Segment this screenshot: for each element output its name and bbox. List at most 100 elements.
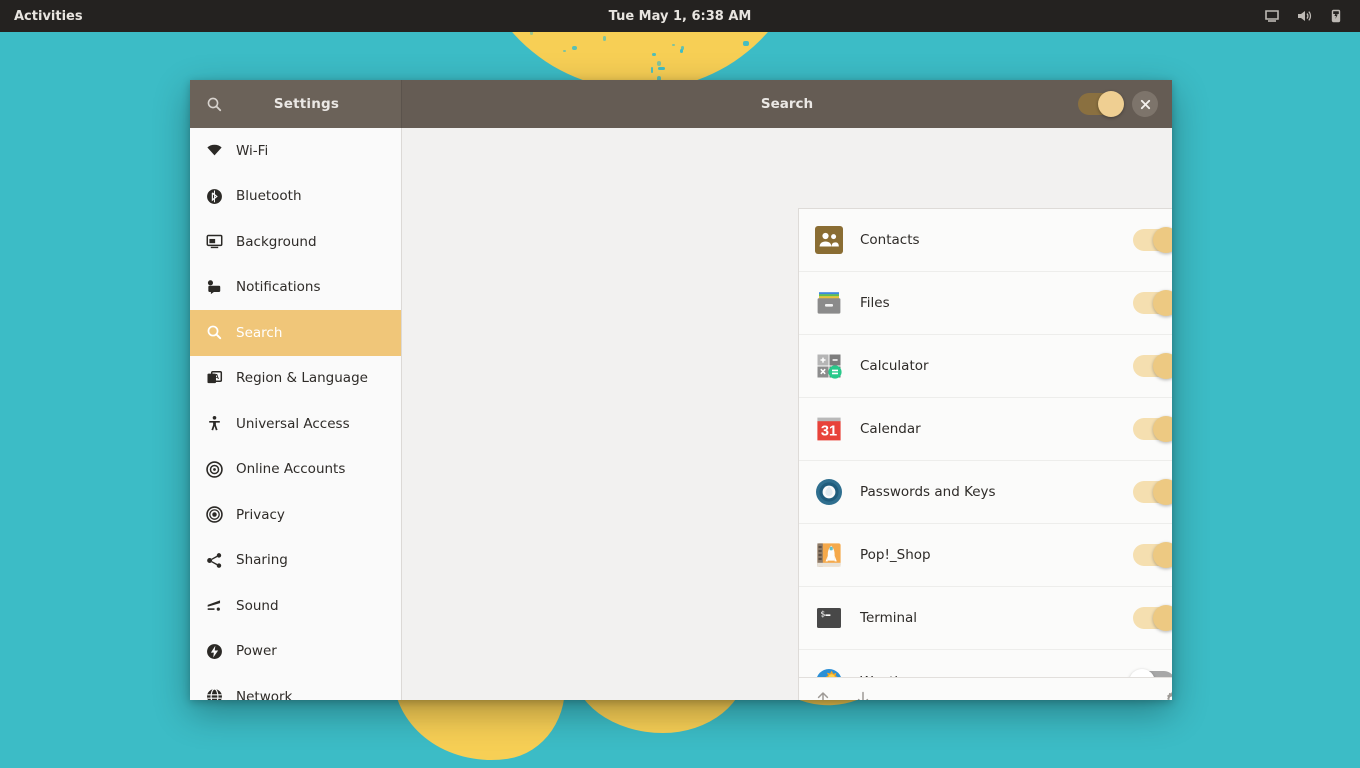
display-icon[interactable] xyxy=(1264,8,1280,24)
search-provider-row[interactable]: Contacts xyxy=(799,209,1172,272)
sidebar-item-network[interactable]: Network xyxy=(190,674,401,700)
terminal-icon: $ xyxy=(815,604,843,632)
sidebar-item-online-accounts[interactable]: Online Accounts xyxy=(190,447,401,493)
search-provider-toggle[interactable] xyxy=(1133,418,1172,440)
settings-window: Settings Search Wi-Fi Bluetooth Background… xyxy=(190,80,1172,700)
popshop-icon xyxy=(815,541,843,569)
gear-icon[interactable] xyxy=(1163,690,1172,701)
search-master-switch[interactable] xyxy=(1078,93,1120,115)
search-provider-label: Pop!_Shop xyxy=(860,547,1133,563)
sidebar-item-sharing[interactable]: Sharing xyxy=(190,538,401,584)
switch-knob xyxy=(1153,605,1172,631)
contacts-icon xyxy=(815,226,843,254)
sidebar-item-wi-fi[interactable]: Wi-Fi xyxy=(190,128,401,174)
sidebar-item-label: Wi-Fi xyxy=(236,143,268,159)
sidebar-item-power[interactable]: Power xyxy=(190,629,401,675)
search-provider-label: Files xyxy=(860,295,1133,311)
search-providers-list[interactable]: Contacts Files Calculator 31 Calendar Passwor… xyxy=(799,209,1172,677)
search-provider-label: Contacts xyxy=(860,232,1133,248)
contacts-icon-art xyxy=(815,226,843,254)
battery-icon[interactable] xyxy=(1328,8,1344,24)
search-provider-row[interactable]: $ Terminal xyxy=(799,587,1172,650)
system-tray xyxy=(1264,8,1360,24)
volume-icon[interactable] xyxy=(1296,8,1312,24)
system-top-bar: Activities Tue May 1, 6:38 AM xyxy=(0,0,1360,32)
search-icon xyxy=(204,324,224,341)
search-provider-toggle[interactable] xyxy=(1133,607,1172,629)
switch-knob xyxy=(1153,227,1172,253)
sidebar-item-label: Notifications xyxy=(236,279,321,295)
power-icon xyxy=(204,643,224,660)
sidebar-item-search[interactable]: Search xyxy=(190,310,401,356)
wallpaper-speck xyxy=(680,49,683,53)
passwords-icon-art xyxy=(815,478,843,506)
switch-knob xyxy=(1153,353,1172,379)
switch-knob xyxy=(1098,91,1124,117)
search-icon[interactable] xyxy=(190,96,238,113)
search-provider-row[interactable]: 31 Calendar xyxy=(799,398,1172,461)
sidebar-item-label: Sharing xyxy=(236,552,288,568)
background-icon xyxy=(204,233,224,250)
wallpaper-speck xyxy=(658,67,665,70)
online-accounts-icon xyxy=(204,461,224,478)
search-provider-label: Calculator xyxy=(860,358,1133,374)
wallpaper-speck xyxy=(563,50,567,53)
move-down-icon[interactable] xyxy=(855,690,871,700)
network-icon xyxy=(204,688,224,700)
wallpaper-speck xyxy=(657,61,661,66)
sidebar-item-label: Sound xyxy=(236,598,279,614)
settings-sidebar[interactable]: Wi-Fi Bluetooth Background Notifications Sea… xyxy=(190,128,402,700)
sidebar-item-universal-access[interactable]: Universal Access xyxy=(190,401,401,447)
weather-icon xyxy=(815,668,843,678)
search-provider-toggle[interactable] xyxy=(1133,544,1172,566)
sidebar-item-background[interactable]: Background xyxy=(190,219,401,265)
sidebar-item-label: Online Accounts xyxy=(236,461,345,477)
svg-text:A: A xyxy=(213,374,218,381)
passwords-icon xyxy=(815,478,843,506)
titlebar-sidebar-section: Settings xyxy=(190,80,402,128)
sidebar-item-region-language[interactable]: ARegion & Language xyxy=(190,356,401,402)
search-provider-label: Terminal xyxy=(860,610,1133,626)
sidebar-item-notifications[interactable]: Notifications xyxy=(190,265,401,311)
window-titlebar: Settings Search xyxy=(190,80,1172,128)
search-provider-label: Passwords and Keys xyxy=(860,484,1133,500)
search-provider-row[interactable]: Calculator xyxy=(799,335,1172,398)
search-provider-toggle[interactable] xyxy=(1133,229,1172,251)
switch-knob xyxy=(1153,290,1172,316)
calendar-icon: 31 xyxy=(815,415,843,443)
wallpaper-speck xyxy=(651,67,654,73)
search-provider-row[interactable]: Weather xyxy=(799,650,1172,677)
search-provider-toggle[interactable] xyxy=(1133,481,1172,503)
search-provider-row[interactable]: Passwords and Keys xyxy=(799,461,1172,524)
clock[interactable]: Tue May 1, 6:38 AM xyxy=(0,9,1360,24)
search-providers-panel: Contacts Files Calculator 31 Calendar Passwor… xyxy=(798,208,1172,700)
sidebar-item-label: Universal Access xyxy=(236,416,350,432)
sidebar-item-label: Network xyxy=(236,689,292,700)
window-title-settings: Settings xyxy=(238,96,401,112)
search-provider-row[interactable]: Files xyxy=(799,272,1172,335)
switch-knob xyxy=(1153,542,1172,568)
move-up-icon[interactable] xyxy=(815,690,831,700)
region-language-icon: A xyxy=(204,370,224,387)
sidebar-item-sound[interactable]: Sound xyxy=(190,583,401,629)
search-provider-toggle[interactable] xyxy=(1133,671,1172,678)
sidebar-item-privacy[interactable]: Privacy xyxy=(190,492,401,538)
weather-icon-art xyxy=(815,668,843,678)
switch-knob xyxy=(1153,416,1172,442)
calculator-icon-art xyxy=(815,352,843,380)
search-provider-toggle[interactable] xyxy=(1133,292,1172,314)
search-provider-row[interactable]: Pop!_Shop xyxy=(799,524,1172,587)
activities-button[interactable]: Activities xyxy=(0,9,97,24)
panel-toolbar xyxy=(799,677,1172,700)
wallpaper-speck xyxy=(603,36,606,41)
search-provider-label: Calendar xyxy=(860,421,1133,437)
wallpaper-speck xyxy=(652,53,656,55)
sidebar-item-label: Power xyxy=(236,643,277,659)
search-provider-toggle[interactable] xyxy=(1133,355,1172,377)
terminal-icon-art: $ xyxy=(815,604,843,632)
sidebar-item-bluetooth[interactable]: Bluetooth xyxy=(190,174,401,220)
bluetooth-icon xyxy=(204,188,224,205)
sidebar-item-label: Background xyxy=(236,234,317,250)
wifi-icon xyxy=(204,142,224,159)
sharing-icon xyxy=(204,552,224,569)
